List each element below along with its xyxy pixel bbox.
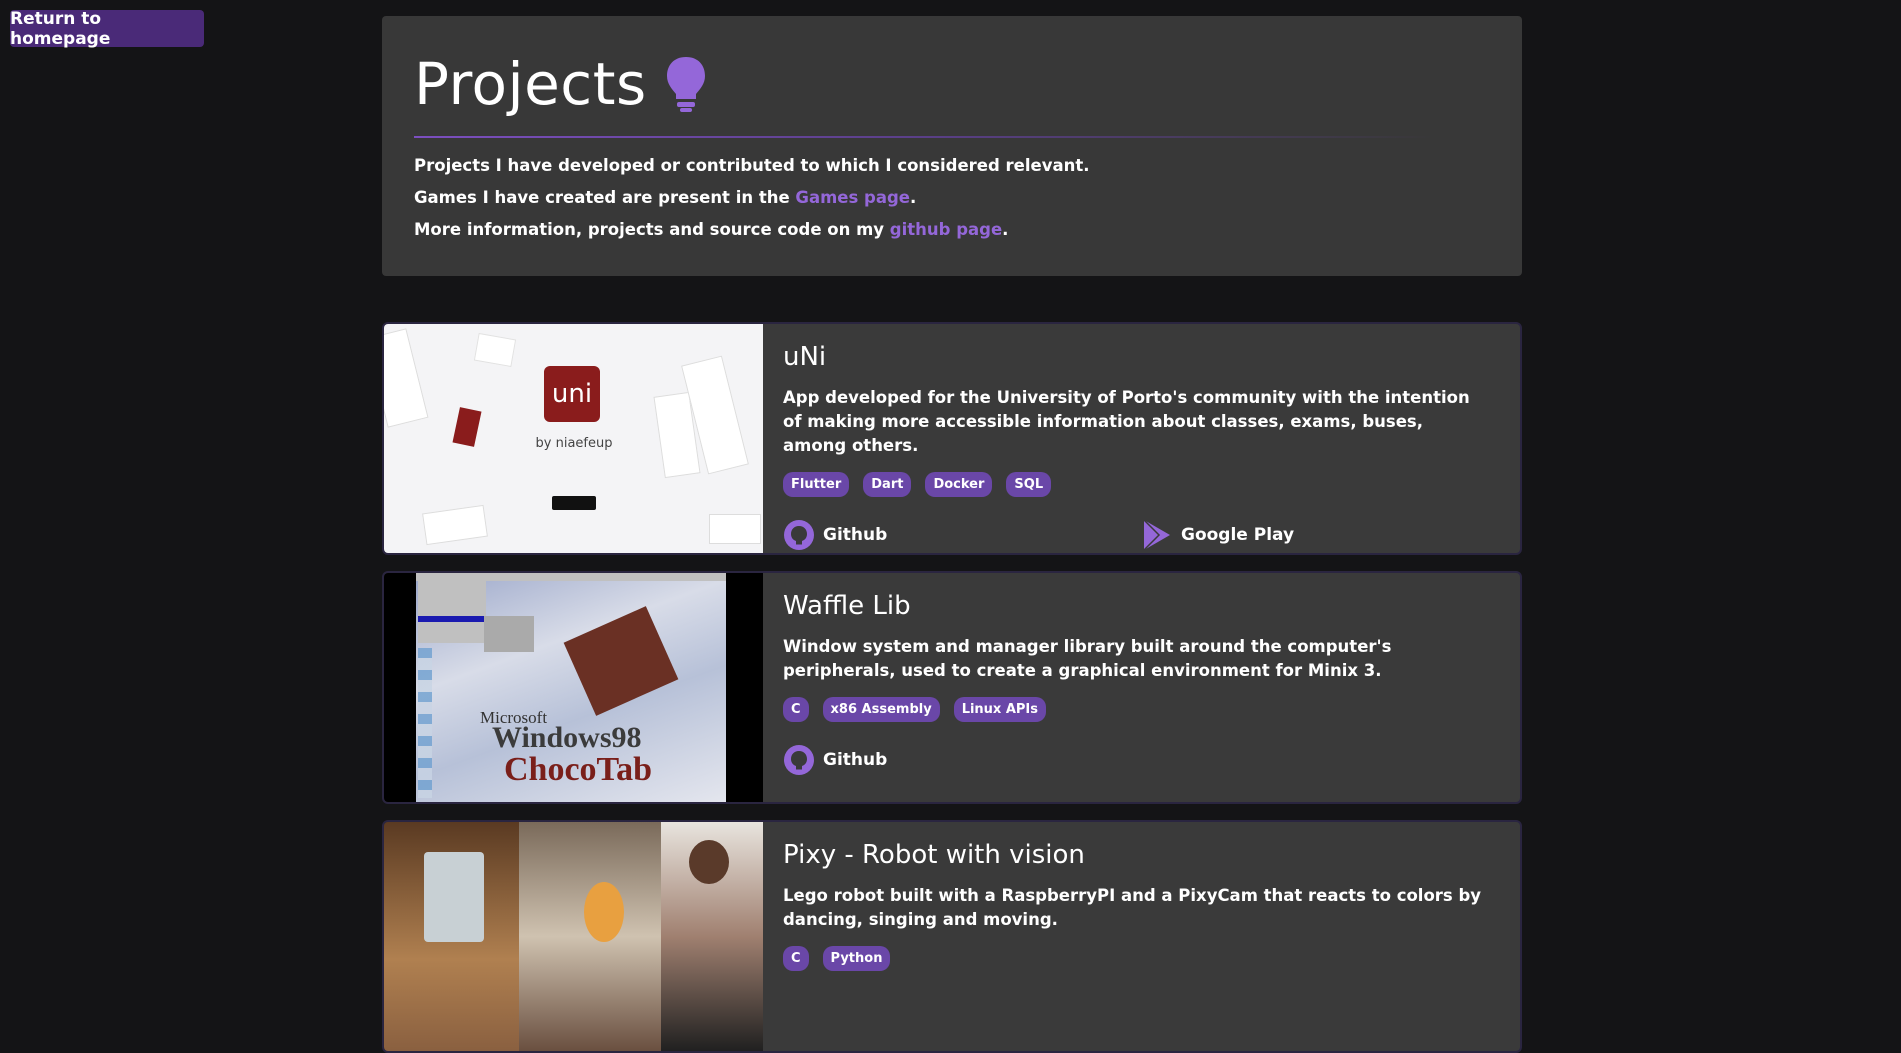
project-title: Pixy - Robot with vision: [783, 840, 1085, 870]
github-link[interactable]: Github: [783, 519, 1141, 551]
intro-line-2: Games I have created are present in the …: [414, 188, 917, 207]
games-page-link[interactable]: Games page: [795, 188, 910, 207]
tag: Flutter: [783, 472, 850, 497]
project-title: uNi: [783, 342, 827, 372]
google-play-link[interactable]: Google Play: [1141, 519, 1499, 551]
tag: C: [783, 697, 809, 722]
project-description: App developed for the University of Port…: [783, 388, 1470, 455]
github-icon: [784, 520, 814, 550]
tag: Linux APIs: [953, 697, 1047, 722]
tag: C: [783, 946, 809, 971]
project-tags: C x86 Assembly Linux APIs: [783, 697, 1520, 722]
page-title-text: Projects: [414, 50, 647, 118]
tag: SQL: [1006, 472, 1052, 497]
return-home-button[interactable]: Return to homepage: [10, 9, 204, 49]
intro-panel: Projects Projects I have developed or co…: [382, 16, 1522, 276]
github-link-label: Github: [823, 525, 888, 545]
project-thumbnail-uni: uni by niaefeup: [384, 324, 763, 553]
uni-byline: by niaefeup: [535, 436, 613, 451]
thumb-text-windows98: Windows98: [492, 721, 642, 754]
page-title: Projects: [414, 46, 1490, 122]
project-tags: C Python: [783, 946, 1520, 971]
project-description: Lego robot built with a RaspberryPI and …: [783, 886, 1482, 929]
project-thumbnail-pixy: [384, 822, 763, 1051]
project-links: Github: [783, 744, 1520, 776]
google-play-icon: [1143, 519, 1170, 551]
tag: x86 Assembly: [822, 697, 940, 722]
project-links: Github Google Play: [783, 519, 1520, 551]
tag: Docker: [925, 472, 993, 497]
lightbulb-icon: [666, 57, 705, 112]
intro-line-3: More information, projects and source co…: [414, 220, 1009, 239]
github-link[interactable]: Github: [783, 744, 1141, 776]
github-icon: [784, 745, 814, 775]
uni-logo-text: uni: [551, 379, 593, 409]
project-card-pixy: Pixy - Robot with vision Lego robot buil…: [382, 820, 1522, 1053]
project-card-waffle-lib: Microsoft Windows98 ChocoTab Waffle Lib …: [382, 571, 1522, 804]
project-title: Waffle Lib: [783, 591, 911, 621]
intro-line-1: Projects I have developed or contributed…: [414, 156, 1090, 175]
project-card-uni: uni by niaefeup uNi App developed for th…: [382, 322, 1522, 555]
thumb-text-chocotab: ChocoTab: [504, 751, 653, 788]
google-play-link-label: Google Play: [1181, 525, 1295, 545]
tag: Python: [822, 946, 891, 971]
project-thumbnail-waffle-lib: Microsoft Windows98 ChocoTab: [384, 573, 763, 802]
github-page-link[interactable]: github page: [890, 220, 1002, 239]
tag: Dart: [863, 472, 912, 497]
github-link-label: Github: [823, 750, 888, 770]
project-tags: Flutter Dart Docker SQL: [783, 472, 1520, 497]
project-description: Window system and manager library built …: [783, 637, 1392, 680]
title-divider: [414, 136, 1434, 138]
